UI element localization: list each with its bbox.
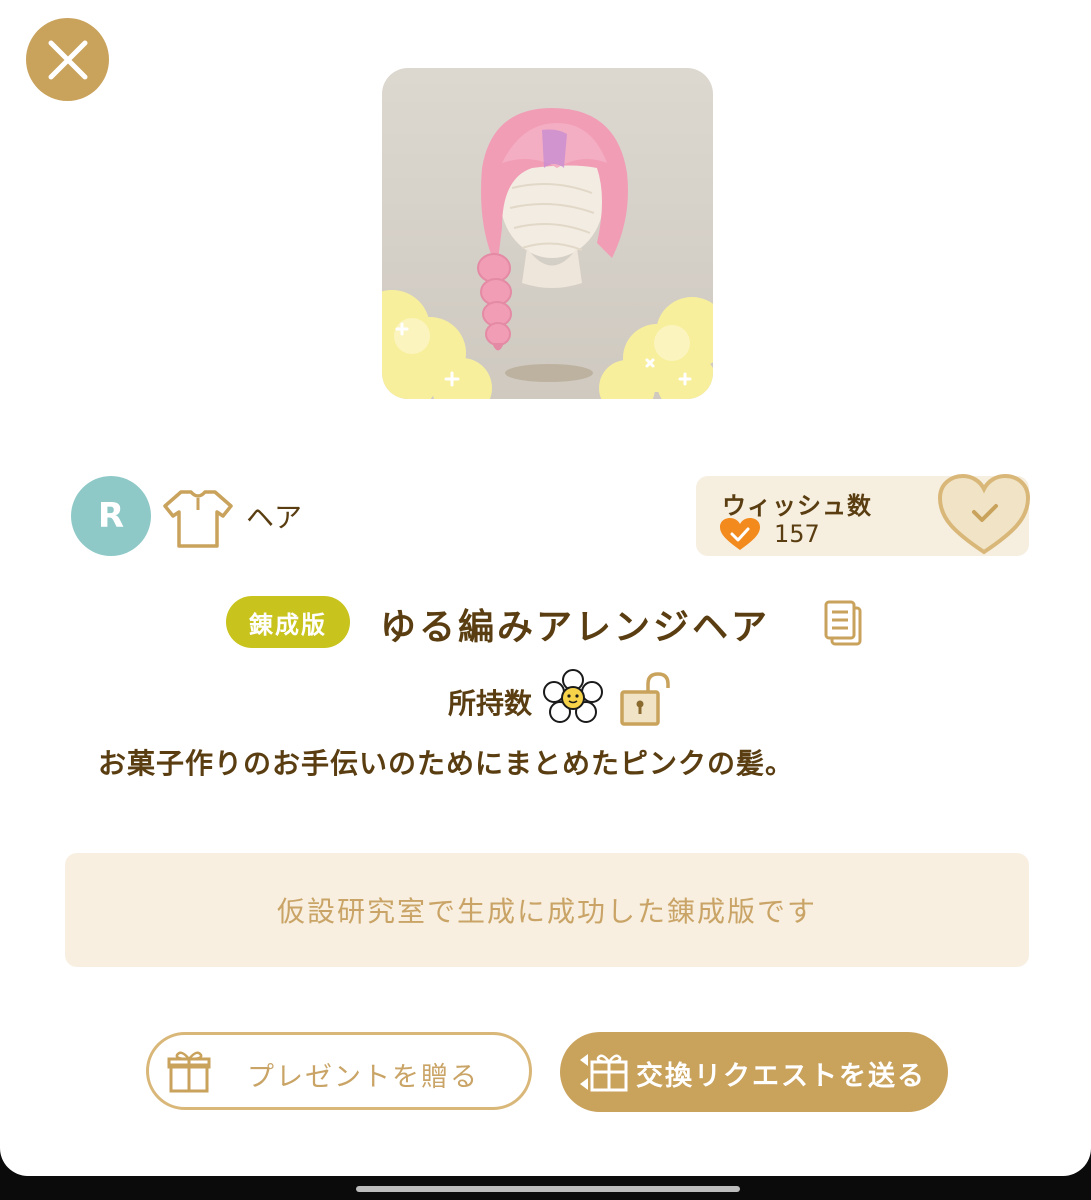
hair-illustration [382,108,713,399]
category-label: ヘア [246,501,303,534]
unlock-icon [620,672,670,726]
edition-badge: 錬成版 [226,596,350,648]
send-present-button[interactable]: プレゼントを贈る [146,1032,532,1110]
send-present-label: プレゼントを贈る [247,1062,479,1093]
gift-icon [167,1051,211,1093]
wish-heart-button[interactable] [936,472,1032,558]
rarity-badge: R [71,476,151,556]
flower-icon [543,669,603,723]
heart-check-icon [720,518,760,550]
item-name: ゆる編みアレンジヘア [380,607,771,648]
close-button[interactable] [26,18,109,101]
info-text: 仮設研究室で生成に成功した錬成版です [276,895,817,928]
item-description: お菓子作りのお手伝いのためにまとめたピンクの髪。 [98,747,795,780]
owned-label: 所持数 [448,687,533,720]
screen: R ヘア ウィッシュ数 157 錬成版 ゆる編みアレンジヘア 所持数 お菓子作り… [0,0,1091,1200]
trade-request-button[interactable]: 交換リクエストを送る [560,1032,948,1112]
info-box: 仮設研究室で生成に成功した錬成版です [65,853,1029,967]
wish-title: ウィッシュ数 [722,492,872,520]
home-indicator[interactable] [356,1186,740,1192]
copy-icon[interactable] [822,600,862,646]
shirt-icon [163,490,233,548]
wish-count: 157 [774,520,820,548]
item-preview-image [382,68,713,399]
trade-gift-icon [580,1054,628,1092]
close-icon [48,40,87,79]
wish-count-panel: ウィッシュ数 157 [696,473,1031,556]
trade-request-label: 交換リクエストを送る [636,1061,926,1092]
item-detail-sheet: R ヘア ウィッシュ数 157 錬成版 ゆる編みアレンジヘア 所持数 お菓子作り… [0,0,1091,1176]
